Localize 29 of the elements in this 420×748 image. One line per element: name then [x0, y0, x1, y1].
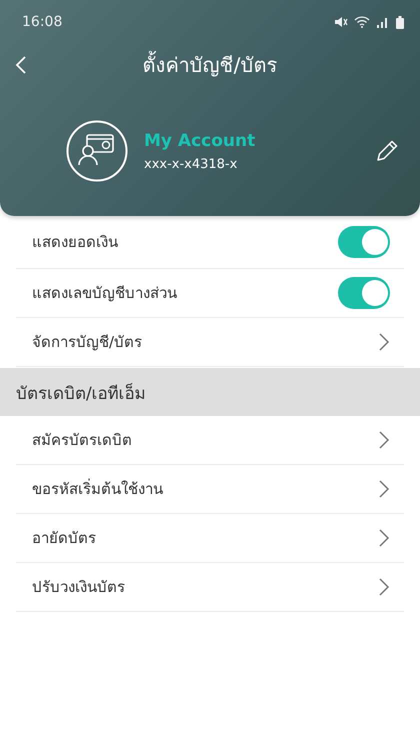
account-card-icon: [66, 120, 128, 182]
menu-item[interactable]: สมัครบัตรเดบิต: [16, 416, 404, 465]
setting-label: แสดงยอดเงิน: [32, 232, 118, 253]
chevron-right-icon: [378, 333, 390, 351]
toggle-switch[interactable]: [338, 226, 390, 258]
setting-label: สมัครบัตรเดบิต: [32, 430, 132, 451]
status-time: 16:08: [22, 14, 62, 30]
menu-item[interactable]: อายัดบัตร: [16, 514, 404, 563]
mute-icon: [334, 16, 348, 28]
chevron-right-icon: [378, 431, 390, 449]
setting-label: แสดงเลขบัญชีบางส่วน: [32, 283, 177, 304]
setting-label: ปรับวงเงินบัตร: [32, 577, 125, 598]
signal-icon: [376, 16, 390, 28]
chevron-right-icon: [378, 529, 390, 547]
setting-label: จัดการบัญชี/บัตร: [32, 332, 142, 353]
chevron-right-icon: [378, 578, 390, 596]
setting-label: ขอรหัสเริ่มต้นใช้งาน: [32, 478, 163, 500]
setting-label: อายัดบัตร: [32, 528, 96, 549]
menu-item[interactable]: ขอรหัสเริ่มต้นใช้งาน: [16, 465, 404, 514]
toggle-switch[interactable]: [338, 277, 390, 309]
section-header: บัตรเดบิต/เอทีเอ็ม: [0, 368, 420, 416]
page-title: ตั้งค่าบัญชี/บัตร: [34, 49, 386, 81]
menu-item[interactable]: ปรับวงเงินบัตร: [16, 563, 404, 612]
chevron-right-icon: [378, 480, 390, 498]
account-name: My Account: [144, 130, 256, 150]
account-number: xxx-x-x4318-x: [144, 156, 238, 172]
wifi-icon: [354, 16, 370, 28]
battery-icon: [396, 16, 404, 28]
menu-item[interactable]: จัดการบัญชี/บัตร: [16, 318, 404, 367]
